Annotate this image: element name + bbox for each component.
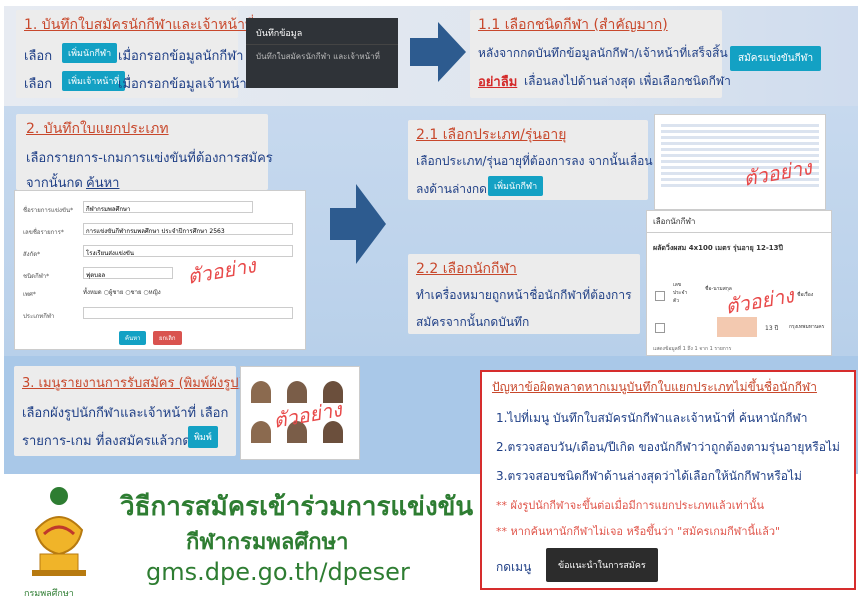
footer-title: วิธีการสมัครเข้าร่วมการแข่งขัน	[120, 492, 474, 522]
form-select-2[interactable]: การแข่งขันกีฬากรมพลศึกษา ประจำปีการศึกษา…	[83, 223, 293, 235]
form-label-1: ชื่อรายการแข่งขัน*	[23, 207, 74, 214]
search-form-screenshot: ชื่อรายการแข่งขัน* กีฬากรมพลศึกษา เลขชื่…	[14, 190, 306, 350]
footer-url[interactable]: gms.dpe.go.th/dpeser	[146, 558, 410, 586]
photo-4	[251, 421, 271, 443]
section-2-title: 2. บันทึกใบแยกประเภท	[26, 121, 169, 137]
s1-line1-pre: เลือก	[24, 49, 53, 64]
checkbox-all[interactable]	[655, 291, 665, 301]
troubleshoot-note-2: ** หากค้นหานักกีฬาไม่เจอ หรือขึ้นว่า "สม…	[496, 525, 781, 538]
form-label-4: ชนิดกีฬา*	[23, 273, 50, 280]
section-11-title: 1.1 เลือกชนิดกีฬา (สำคัญมาก)	[478, 17, 668, 33]
select-athlete-panel: เลือกนักกีฬา ผลัดวิ่งผสม 4x100 เมตร รุ่น…	[646, 210, 832, 356]
form-select-6[interactable]	[83, 307, 293, 319]
radio-boy[interactable]: ชาย	[131, 289, 142, 296]
form-label-2: เลขชื่อรายการ*	[23, 229, 64, 236]
section-1-title: 1. บันทึกใบสมัครนักกีฬาและเจ้าหน้าที่	[24, 17, 255, 33]
right-arrow-1	[410, 22, 466, 82]
troubleshoot-item-1: 1.ไปที่เมนู บันทึกใบสมัครนักกีฬาและเจ้าห…	[496, 411, 808, 425]
select-athlete-header: เลือกนักกีฬา	[647, 211, 831, 233]
troubleshoot-note-1: ** ผังรูปนักกีฬาจะขึ้นต่อเมื่อมีการแยกปร…	[496, 499, 764, 512]
row-school: กรุงเทพมหานคร	[789, 324, 825, 330]
department-logo	[32, 487, 86, 576]
form-label-6: ประเภทกีฬา	[23, 313, 55, 320]
section-21-title: 2.1 เลือกประเภท/รุ่นอายุ	[416, 127, 567, 143]
radio-female[interactable]: หญิง	[149, 289, 161, 296]
s21-line2: ลงด้านล่างกด	[416, 182, 487, 196]
s22-line2: สมัครจากนั้นกดบันทึก	[416, 315, 530, 329]
row-age: 13 ปี	[765, 325, 779, 332]
radio-all[interactable]: ทั้งหมด	[83, 289, 102, 296]
pagination-info: แสดงข้อมูลที่ 1 ถึง 1 จาก 1 รายการ	[653, 346, 732, 352]
form-select-1[interactable]: กีฬากรมพลศึกษา	[83, 201, 253, 213]
save-panel: บันทึกข้อมูล บันทึกใบสมัครนักกีฬา และเจ้…	[246, 18, 398, 88]
form-label-3: สังกัด*	[23, 251, 41, 258]
s3-line2: รายการ-เกม ที่ลงสมัครแล้วกด	[22, 434, 191, 449]
col-school: ชื่อเรื่อง	[797, 292, 814, 298]
section-3-title: 3. เมนูรายงานการรับสมัคร (พิมพ์ผังรูป)	[22, 376, 244, 391]
photo-1	[251, 381, 271, 403]
form-select-4[interactable]: ฟุตบอล	[83, 267, 173, 279]
radio-male[interactable]: ผู้ชาย	[109, 289, 123, 296]
photo-sheet-screenshot: ตัวอย่าง	[240, 366, 360, 460]
section-22-title: 2.2 เลือกนักกีฬา	[416, 261, 517, 277]
troubleshoot-title: ปัญหาข้อผิดพลาดหากเมนูบันทึกใบแยกประเภทไ…	[492, 380, 817, 394]
s11-dont-forget: อย่าลืม	[478, 75, 518, 90]
print-button[interactable]: พิมพ์	[188, 426, 218, 448]
gender-radios[interactable]: ทั้งหมด ○ผู้ชาย ○ชาย ○หญิง	[83, 287, 161, 297]
right-arrow-2	[330, 184, 386, 264]
s11-line1: หลังจากกดบันทึกข้อมูลนักกีฬา/เจ้าหน้าที่…	[478, 46, 728, 60]
troubleshoot-press-menu: กดเมนู	[496, 560, 532, 574]
form-label-5: เพศ*	[23, 291, 36, 298]
add-athlete-button[interactable]: เพิ่มนักกีฬา	[62, 43, 118, 63]
footer-subtitle: กีฬากรมพลศึกษา	[186, 530, 349, 555]
logo-caption: กรมพลศึกษา	[24, 589, 74, 599]
add-staff-button[interactable]: เพิ่มเจ้าหน้าที่	[62, 71, 126, 91]
col-id: เลข ประจำ ตัว	[673, 282, 688, 304]
s3-line1: เลือกผังรูปนักกีฬาและเจ้าหน้าที่ เลือก	[22, 406, 229, 421]
s2-line1: เลือกรายการ-เกมการแข่งขันที่ต้องการสมัคร	[26, 151, 273, 166]
register-sport-button[interactable]: สมัครแข่งขันกีฬา	[730, 46, 822, 71]
s1-line2-post: เมื่อกรอกข้อมูลเจ้าหน้าที่	[118, 77, 256, 92]
example-watermark-3: ตัวอย่าง	[723, 283, 796, 319]
troubleshoot-box: ปัญหาข้อผิดพลาดหากเมนูบันทึกใบแยกประเภทไ…	[480, 370, 856, 590]
select-athlete-subtitle: ผลัดวิ่งผสม 4x100 เมตร รุ่นอายุ 12-13ปี	[653, 244, 783, 252]
registration-guide-button[interactable]: ข้อแนะนำในการสมัคร	[546, 548, 658, 582]
form-select-3[interactable]: โรงเรียนส่งแข่งขัน	[83, 245, 293, 257]
form-clear-button[interactable]: ยกเลิก	[153, 331, 182, 345]
s1-line2-pre: เลือก	[24, 77, 53, 92]
s21-line1: เลือกประเภท/รุ่นอายุที่ต้องการลง จากนั้น…	[416, 154, 653, 168]
s11-line2: เลื่อนลงไปด้านล่างสุด เพื่อเลือกชนิดกีฬา	[524, 74, 731, 88]
example-watermark-2: ตัวอย่าง	[741, 155, 814, 191]
form-search-button[interactable]: ค้นหา	[119, 331, 147, 345]
category-list-screenshot: ตัวอย่าง	[654, 114, 826, 210]
s22-line1: ทำเครื่องหมายถูกหน้าชื่อนักกีฬาที่ต้องกา…	[416, 288, 632, 302]
save-panel-desc: บันทึกใบสมัครนักกีฬา และเจ้าหน้าที่	[256, 52, 380, 61]
add-athlete-button-2[interactable]: เพิ่มนักกีฬา	[488, 176, 544, 196]
save-panel-title[interactable]: บันทึกข้อมูล	[246, 18, 398, 45]
troubleshoot-item-3: 3.ตรวจสอบชนิดกีฬาด้านล่างสุดว่าได้เลือกใ…	[496, 469, 802, 483]
s1-line1-post: เมื่อกรอกข้อมูลนักกีฬา	[118, 49, 244, 64]
troubleshoot-item-2: 2.ตรวจสอบวัน/เดือน/ปีเกิด ของนักกีฬาว่าถ…	[496, 440, 840, 454]
checkbox-row[interactable]	[655, 323, 665, 333]
